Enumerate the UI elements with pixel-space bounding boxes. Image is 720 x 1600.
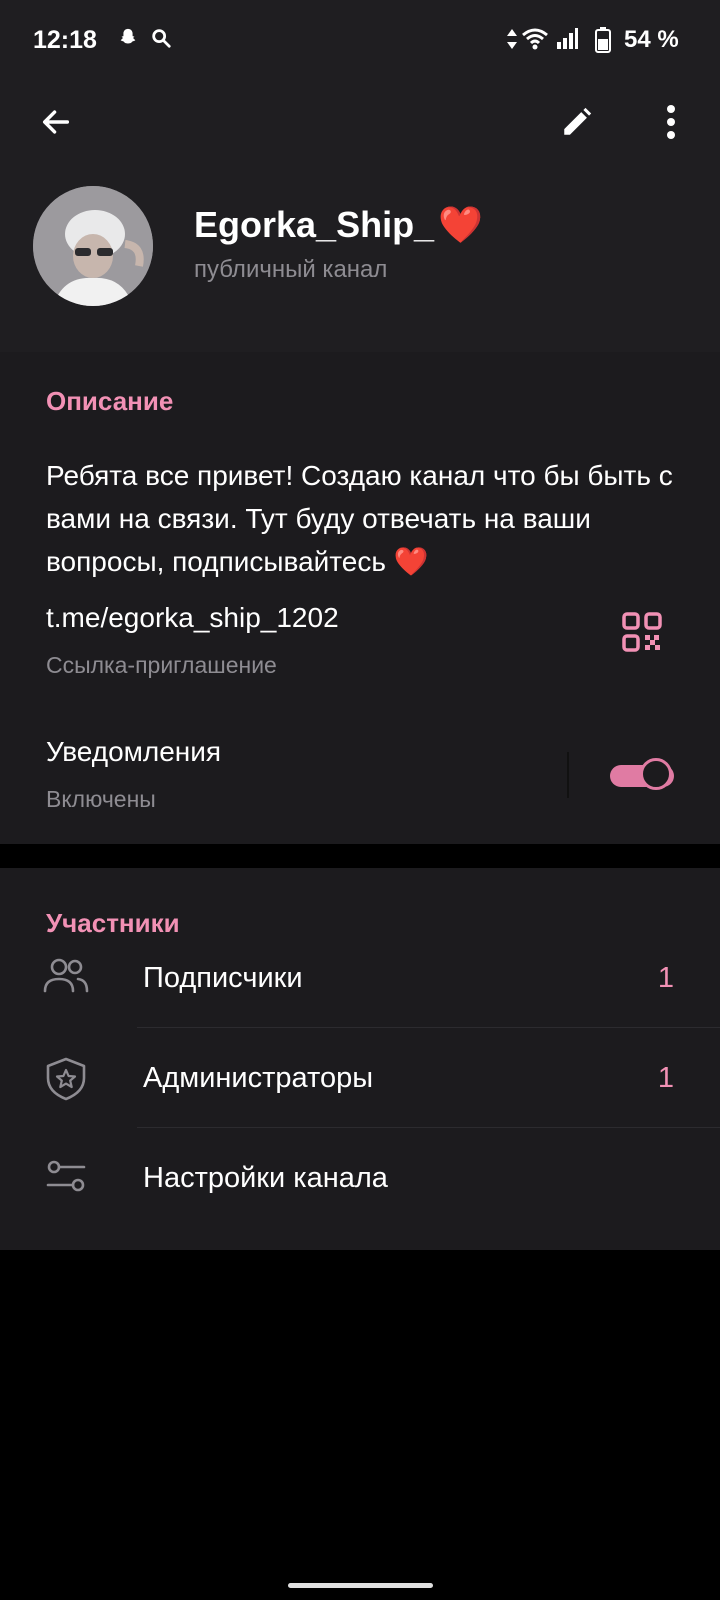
- sliders-icon: [42, 1156, 90, 1200]
- channel-name-text: Egorka_Ship_: [194, 204, 435, 245]
- administrators-count: 1: [657, 1062, 674, 1094]
- description-title: Описание: [46, 386, 174, 416]
- people-icon: [42, 956, 90, 1000]
- status-time: 12:18: [33, 26, 97, 54]
- members-section: Участники Подписчики 1 Администраторы 1: [0, 868, 720, 1250]
- more-options-button[interactable]: [645, 96, 697, 148]
- battery-percent: 54 %: [624, 26, 679, 53]
- channel-header: Egorka_Ship_ ❤️ публичный канал: [0, 82, 720, 352]
- more-vert-icon: [667, 105, 675, 139]
- gesture-nav-bar[interactable]: [288, 1583, 433, 1588]
- channel-name: Egorka_Ship_ ❤️: [194, 204, 483, 246]
- notifications-toggle[interactable]: [610, 758, 678, 792]
- battery-icon: [595, 27, 611, 58]
- wifi-icon: [521, 27, 549, 56]
- channel-settings-row[interactable]: Настройки канала: [0, 1128, 720, 1228]
- pencil-icon: [564, 107, 592, 135]
- back-button[interactable]: [30, 96, 82, 148]
- toggle-knob: [640, 758, 672, 790]
- invite-link[interactable]: t.me/egorka_ship_1202: [46, 602, 339, 634]
- subscribers-label: Подписчики: [143, 962, 303, 994]
- info-section: Описание Ребята все привет! Создаю канал…: [0, 352, 720, 844]
- subscribers-row[interactable]: Подписчики 1: [0, 928, 720, 1028]
- subscribers-count: 1: [657, 962, 674, 994]
- notifications-label: Уведомления: [46, 736, 222, 767]
- channel-settings-label: Настройки канала: [143, 1162, 388, 1194]
- channel-type: публичный канал: [194, 256, 388, 283]
- edit-button[interactable]: [551, 96, 603, 148]
- description-text: Ребята все привет! Создаю канал что бы б…: [46, 460, 673, 577]
- snapchat-icon: [117, 27, 139, 54]
- channel-avatar[interactable]: [33, 186, 153, 306]
- qr-code-icon: [622, 612, 662, 652]
- administrators-label: Администраторы: [143, 1062, 374, 1094]
- notifications-state: Включены: [46, 786, 156, 812]
- administrators-row[interactable]: Администраторы 1: [0, 1028, 720, 1128]
- shield-star-icon: [42, 1056, 90, 1101]
- qr-code-button[interactable]: [620, 610, 664, 654]
- vertical-divider: [567, 752, 569, 798]
- invite-link-label: Ссылка-приглашение: [46, 652, 277, 678]
- heart-emoji: ❤️: [438, 204, 483, 245]
- arrow-left-icon: [42, 110, 70, 134]
- data-arrows-icon: [505, 27, 519, 56]
- status-bar: 12:18 54 %: [0, 0, 720, 82]
- signal-icon: [556, 27, 578, 56]
- search-icon: [150, 27, 172, 54]
